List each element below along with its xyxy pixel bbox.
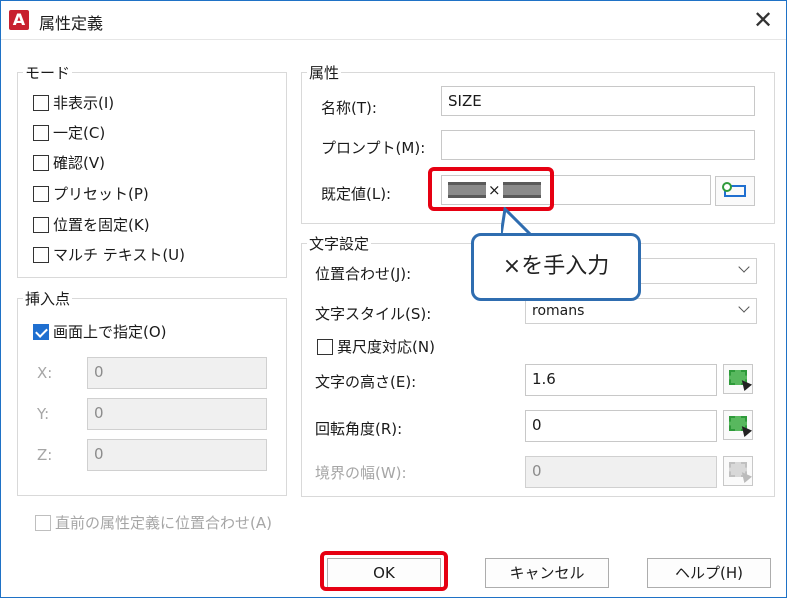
z-input[interactable]: 0 (87, 439, 267, 471)
insert-field-button[interactable] (715, 176, 755, 206)
attribute-group-label: 属性 (307, 62, 342, 83)
specify-on-screen-label: 画面上で指定(O) (53, 323, 167, 341)
title-bar: A 属性定義 ✕ (1, 1, 786, 40)
verify-checkbox[interactable] (33, 154, 49, 171)
cancel-button[interactable]: キャンセル (485, 558, 609, 588)
annotative-row[interactable]: 異尺度対応(N) (317, 336, 435, 357)
hidden-checkbox[interactable] (33, 94, 49, 111)
prompt-input[interactable] (441, 130, 755, 160)
specify-on-screen-row[interactable]: 画面上で指定(O) (33, 321, 167, 342)
pick-rotation-button[interactable] (723, 410, 753, 440)
y-input[interactable]: 0 (87, 398, 267, 430)
instruction-callout: ×を手入力 (471, 233, 641, 301)
constant-checkbox[interactable] (33, 124, 49, 141)
y-label: Y: (37, 405, 50, 423)
default-label: 既定値(L): (321, 185, 392, 203)
specify-on-screen-checkbox[interactable] (33, 323, 49, 340)
text-height-label: 文字の高さ(E): (315, 373, 417, 391)
chevron-down-icon (738, 261, 750, 273)
text-style-select[interactable]: romans (525, 298, 757, 324)
constant-checkbox-row[interactable]: 一定(C) (33, 122, 105, 143)
text-style-value: romans (532, 303, 585, 319)
chevron-down-icon (738, 301, 750, 313)
pick-height-button[interactable] (723, 364, 753, 394)
lock-position-checkbox-row[interactable]: 位置を固定(K) (33, 214, 150, 235)
multiline-checkbox-row[interactable]: マルチ テキスト(U) (33, 244, 185, 265)
preset-checkbox-label: プリセット(P) (53, 185, 149, 203)
prompt-label: プロンプト(M): (321, 139, 426, 157)
x-input[interactable]: 0 (87, 357, 267, 389)
x-label: X: (37, 364, 53, 382)
insertion-point-group-label: 挿入点 (23, 288, 73, 309)
autocad-app-icon: A (9, 10, 29, 30)
align-below-checkbox[interactable] (35, 514, 51, 531)
hidden-checkbox-row[interactable]: 非表示(I) (33, 92, 114, 113)
verify-checkbox-label: 確認(V) (53, 154, 105, 172)
text-settings-group-label: 文字設定 (307, 233, 372, 254)
annotative-label: 異尺度対応(N) (337, 338, 435, 356)
z-label: Z: (37, 446, 53, 464)
boundary-width-input[interactable]: 0 (525, 456, 717, 488)
align-below-row[interactable]: 直前の属性定義に位置合わせ(A) (35, 512, 272, 533)
help-button[interactable]: ヘルプ(H) (647, 558, 771, 588)
text-style-label: 文字スタイル(S): (315, 305, 432, 323)
ok-button-highlight (320, 551, 448, 591)
refresh-icon (722, 182, 732, 192)
justification-label: 位置合わせ(J): (315, 265, 412, 283)
hidden-checkbox-label: 非表示(I) (53, 94, 115, 112)
rotation-input[interactable]: 0 (525, 410, 717, 442)
lock-position-checkbox[interactable] (33, 216, 49, 233)
align-below-label: 直前の属性定義に位置合わせ(A) (55, 514, 272, 532)
multiline-checkbox-label: マルチ テキスト(U) (53, 246, 186, 264)
tag-input[interactable]: SIZE (441, 86, 755, 116)
tag-label: 名称(T): (321, 99, 377, 117)
rotation-label: 回転角度(R): (315, 420, 403, 438)
preset-checkbox-row[interactable]: プリセット(P) (33, 183, 149, 204)
boundary-width-label: 境界の幅(W): (315, 464, 407, 482)
preset-checkbox[interactable] (33, 185, 49, 202)
lock-position-checkbox-label: 位置を固定(K) (53, 216, 150, 234)
annotative-checkbox[interactable] (317, 338, 333, 355)
mode-group-label: モード (23, 62, 73, 83)
text-height-input[interactable]: 1.6 (525, 364, 717, 396)
dialog-title: 属性定義 (39, 14, 104, 33)
multiline-checkbox[interactable] (33, 246, 49, 263)
verify-checkbox-row[interactable]: 確認(V) (33, 152, 105, 173)
constant-checkbox-label: 一定(C) (53, 124, 106, 142)
pick-width-button[interactable] (723, 456, 753, 486)
attribute-definition-dialog: A 属性定義 ✕ モード 非表示(I) 一定(C) 確認(V) プリセット(P)… (0, 0, 787, 598)
close-button[interactable]: ✕ (746, 5, 780, 35)
default-value-highlight (428, 167, 554, 211)
